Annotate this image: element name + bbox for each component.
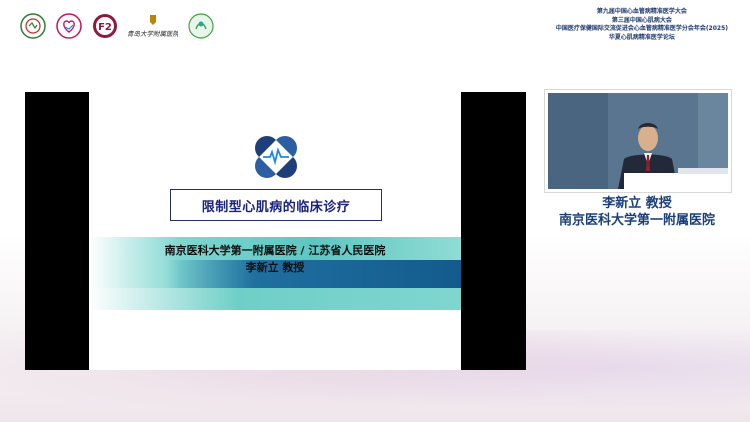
speaker-video-feed xyxy=(548,93,728,189)
conference-title-line: 中国医疗保健国际交流促进会心血管病精准医学分会年会(2025) xyxy=(555,25,728,33)
speaker-hospital: 南京医科大学第一附属医院 xyxy=(558,213,715,228)
f2-logo-icon: F2 xyxy=(92,13,118,39)
university-crest-caption: 青岛大学附属医院 xyxy=(128,30,178,38)
svg-text:F2: F2 xyxy=(98,22,112,33)
slide-title: 限制型心肌病的临床诊疗 xyxy=(201,199,351,215)
slide-title-box: 限制型心肌病的临床诊疗 xyxy=(170,189,382,221)
header-banner: F2 青岛大学附属医院 第九届中国心血管病精准医学大会 第三届中国心肌病大会 中… xyxy=(0,0,750,50)
conference-title-line: 华夏心肌病精准医学论坛 xyxy=(608,33,675,41)
speaker-caption: 李新立 教授 南京医科大学第一附属医院 xyxy=(544,195,730,229)
slide-affiliation: 南京医科大学第一附属医院 / 江苏省人民医院 xyxy=(164,244,386,257)
conference-title-line: 第九届中国心血管病精准医学大会 xyxy=(596,8,687,15)
slide-presenter: 李新立 教授 xyxy=(245,261,305,274)
slide-canvas: 限制型心肌病的临床诊疗 南京医科大学第一附属医院 / 江苏省人民医院 李新立 教… xyxy=(89,92,461,370)
society-logo-1-icon xyxy=(20,13,46,39)
university-crest-icon: 青岛大学附属医院 xyxy=(128,13,178,39)
conference-title-line: 第三届中国心肌病大会 xyxy=(611,16,672,24)
green-society-logo-icon xyxy=(188,13,214,39)
presentation-window[interactable]: 限制型心肌病的临床诊疗 南京医科大学第一附属医院 / 江苏省人民医院 李新立 教… xyxy=(25,92,526,370)
cardio-logo-icon xyxy=(251,132,301,186)
teal-band-bottom xyxy=(89,288,461,310)
speaker-video[interactable] xyxy=(544,89,732,193)
heart-society-logo-icon xyxy=(56,13,82,39)
speaker-name-title: 李新立 教授 xyxy=(602,196,672,211)
conference-titles: 第九届中国心血管病精准医学大会 第三届中国心肌病大会 中国医疗保健国际交流促进会… xyxy=(556,8,728,42)
sponsor-logos: F2 青岛大学附属医院 xyxy=(20,13,214,39)
